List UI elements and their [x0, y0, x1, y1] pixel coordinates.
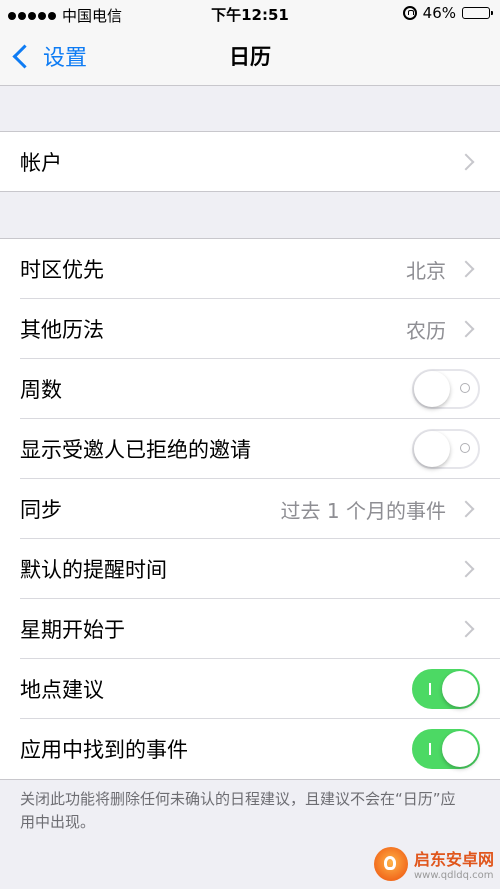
default-alert-times-label: 默认的提醒时间 [20, 558, 167, 582]
location-suggestions-label: 地点建议 [20, 678, 104, 702]
toggle-off-mark-icon [460, 383, 470, 393]
calendar-settings-group: 时区优先 北京 其他历法 农历 周数 显示受邀人已拒绝的邀请 同步 过去 1 个… [0, 238, 500, 780]
orientation-lock-icon [402, 6, 417, 20]
location-suggestions-row: 地点建议 [0, 659, 500, 719]
watermark: 启东安卓网 www.qdldq.com [373, 846, 494, 881]
show-declined-toggle[interactable] [412, 429, 480, 469]
watermark-text: 启东安卓网 www.qdldq.com [414, 846, 494, 881]
toggle-on-mark-icon [429, 743, 431, 755]
toggle-knob [442, 671, 478, 707]
toggle-off-mark-icon [460, 443, 470, 453]
chevron-right-icon [457, 620, 475, 638]
alternate-calendars-row[interactable]: 其他历法 农历 [0, 299, 500, 359]
battery-icon [462, 7, 493, 19]
watermark-logo-icon [373, 846, 408, 881]
events-found-in-apps-label: 应用中找到的事件 [20, 738, 188, 762]
start-week-on-label: 星期开始于 [20, 618, 125, 642]
navigation-bar: 设置 日历 [0, 28, 500, 86]
status-bar: 中国电信 下午12:51 46% [0, 0, 500, 28]
chevron-right-icon [457, 500, 475, 518]
toggle-knob [414, 431, 450, 467]
battery-percent: 46% [422, 4, 456, 22]
events-found-in-apps-toggle[interactable] [412, 729, 480, 769]
accounts-row[interactable]: 帐户 [0, 132, 500, 192]
show-declined-row: 显示受邀人已拒绝的邀请 [0, 419, 500, 479]
status-right: 46% [402, 4, 493, 22]
chevron-right-icon [457, 320, 475, 338]
watermark-title: 启东安卓网 [413, 850, 494, 869]
show-declined-label: 显示受邀人已拒绝的邀请 [20, 438, 251, 462]
start-week-on-row[interactable]: 星期开始于 [0, 599, 500, 659]
watermark-url: www.qdldq.com [413, 870, 494, 881]
timezone-override-label: 时区优先 [20, 258, 104, 282]
timezone-override-row[interactable]: 时区优先 北京 [0, 239, 500, 299]
alternate-calendars-value: 农历 [406, 318, 446, 343]
timezone-override-value: 北京 [406, 258, 446, 283]
events-found-in-apps-row: 应用中找到的事件 [0, 719, 500, 779]
week-numbers-row: 周数 [0, 359, 500, 419]
page-title: 日历 [229, 45, 271, 69]
toggle-on-mark-icon [429, 683, 431, 695]
alternate-calendars-label: 其他历法 [20, 318, 104, 342]
location-suggestions-toggle[interactable] [412, 669, 480, 709]
default-alert-times-row[interactable]: 默认的提醒时间 [0, 539, 500, 599]
week-numbers-label: 周数 [20, 378, 62, 402]
toggle-knob [414, 371, 450, 407]
chevron-right-icon [457, 153, 475, 171]
chevron-right-icon [457, 260, 475, 278]
chevron-right-icon [457, 560, 475, 578]
accounts-label: 帐户 [20, 151, 62, 175]
account-group: 帐户 [0, 131, 500, 192]
sync-value: 过去 1 个月的事件 [280, 498, 446, 523]
sync-label: 同步 [20, 498, 62, 522]
week-numbers-toggle[interactable] [412, 369, 480, 409]
toggle-knob [442, 731, 478, 767]
footer-note: 关闭此功能将删除任何未确认的日程建议，且建议不会在“日历”应用中出现。 [20, 790, 456, 831]
sync-row[interactable]: 同步 过去 1 个月的事件 [0, 479, 500, 539]
